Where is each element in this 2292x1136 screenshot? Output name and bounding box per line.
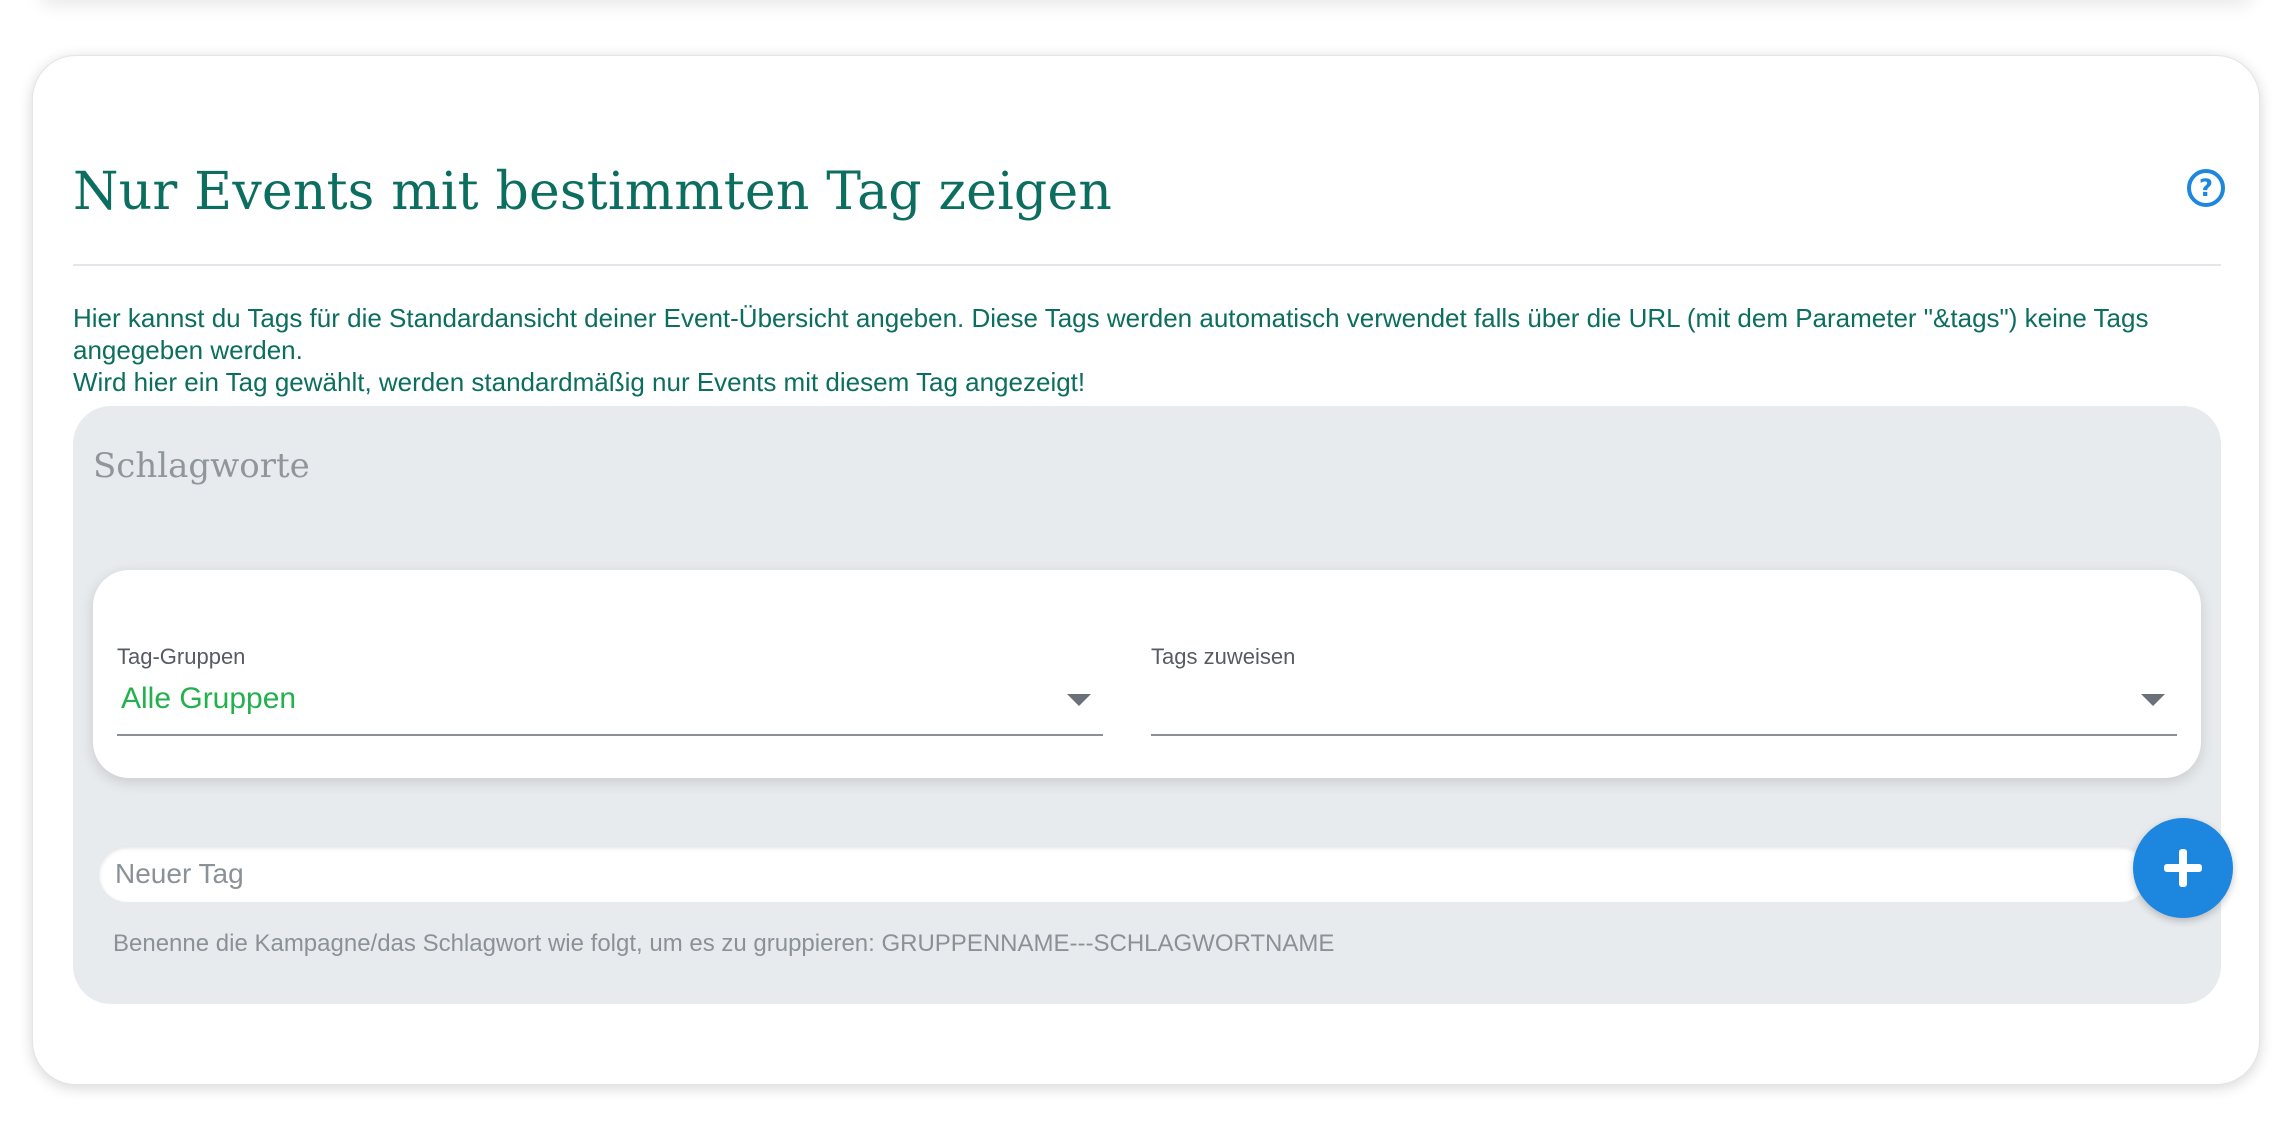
new-tag-input[interactable] [99, 846, 2149, 902]
select-underline [117, 734, 1103, 736]
plus-icon [2164, 849, 2202, 887]
select-underline [1151, 734, 2177, 736]
panel-title: Schlagworte [93, 446, 310, 486]
tag-group-label: Tag-Gruppen [117, 644, 246, 669]
tag-select-card: Tag-Gruppen Alle Gruppen Tags zuweisen [93, 570, 2201, 778]
chevron-down-icon[interactable] [1067, 694, 1091, 706]
assign-tags-label: Tags zuweisen [1151, 644, 1296, 669]
page-title: Nur Events mit bestimmten Tag zeigen [73, 162, 1113, 222]
chevron-down-icon[interactable] [2141, 694, 2165, 706]
description-line-2: Wird hier ein Tag gewählt, werden standa… [73, 367, 1086, 397]
card-header: Nur Events mit bestimmten Tag zeigen ? [73, 106, 2225, 266]
page: Nur Events mit bestimmten Tag zeigen ? H… [0, 0, 2292, 1136]
description-line-1: Hier kannst du Tags für die Standardansi… [73, 303, 2149, 365]
help-icon[interactable]: ? [2187, 169, 2225, 207]
tag-panel: Schlagworte Tag-Gruppen Alle Gruppen Tag… [73, 406, 2233, 1004]
tag-filter-card: Nur Events mit bestimmten Tag zeigen ? H… [32, 55, 2260, 1085]
tag-group-value[interactable]: Alle Gruppen [121, 682, 296, 716]
tag-group-select[interactable]: Tag-Gruppen Alle Gruppen [117, 644, 1103, 736]
new-tag-field [99, 846, 2149, 902]
assign-tags-select[interactable]: Tags zuweisen [1151, 644, 2177, 736]
add-tag-button[interactable] [2133, 818, 2233, 918]
tag-naming-hint: Benenne die Kampagne/das Schlagwort wie … [113, 930, 1335, 957]
description: Hier kannst du Tags für die Standardansi… [73, 302, 2223, 398]
